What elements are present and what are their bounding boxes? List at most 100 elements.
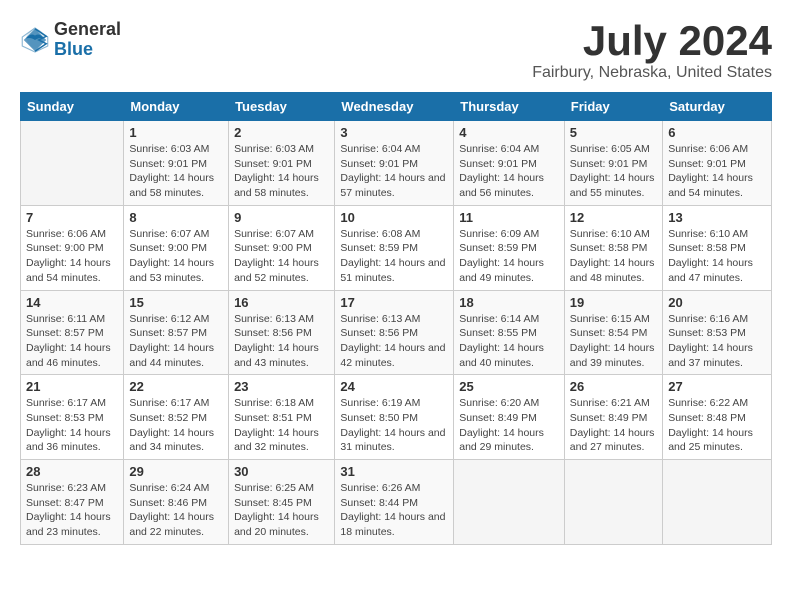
cell-date-number: 13 [668, 210, 766, 225]
cell-date-number: 2 [234, 125, 329, 140]
calendar-cell: 11 Sunrise: 6:09 AMSunset: 8:59 PMDayligh… [454, 205, 565, 290]
cell-sun-info: Sunrise: 6:21 AMSunset: 8:49 PMDaylight:… [570, 396, 657, 455]
calendar-week-row: 1 Sunrise: 6:03 AMSunset: 9:01 PMDaylight… [21, 121, 772, 206]
day-header-monday: Monday [124, 93, 229, 121]
cell-date-number: 30 [234, 464, 329, 479]
page-header: General Blue July 2024 Fairbury, Nebrask… [20, 20, 772, 82]
cell-sun-info: Sunrise: 6:08 AMSunset: 8:59 PMDaylight:… [340, 227, 448, 286]
calendar-subtitle: Fairbury, Nebraska, United States [532, 64, 772, 82]
calendar-cell [21, 121, 124, 206]
cell-sun-info: Sunrise: 6:20 AMSunset: 8:49 PMDaylight:… [459, 396, 559, 455]
calendar-cell: 5 Sunrise: 6:05 AMSunset: 9:01 PMDaylight… [564, 121, 662, 206]
cell-date-number: 11 [459, 210, 559, 225]
cell-sun-info: Sunrise: 6:19 AMSunset: 8:50 PMDaylight:… [340, 396, 448, 455]
cell-date-number: 12 [570, 210, 657, 225]
day-header-sunday: Sunday [21, 93, 124, 121]
cell-sun-info: Sunrise: 6:04 AMSunset: 9:01 PMDaylight:… [340, 142, 448, 201]
logo-general: General [54, 20, 121, 40]
calendar-cell: 7 Sunrise: 6:06 AMSunset: 9:00 PMDaylight… [21, 205, 124, 290]
cell-date-number: 6 [668, 125, 766, 140]
cell-date-number: 18 [459, 295, 559, 310]
cell-sun-info: Sunrise: 6:13 AMSunset: 8:56 PMDaylight:… [340, 312, 448, 371]
calendar-cell: 29Sunrise: 6:24 AMSunset: 8:46 PMDayligh… [124, 460, 229, 545]
cell-sun-info: Sunrise: 6:18 AMSunset: 8:51 PMDaylight:… [234, 396, 329, 455]
cell-sun-info: Sunrise: 6:10 AMSunset: 8:58 PMDaylight:… [570, 227, 657, 286]
cell-sun-info: Sunrise: 6:11 AMSunset: 8:57 PMDaylight:… [26, 312, 118, 371]
calendar-cell: 31 Sunrise: 6:26 AMSunset: 8:44 PMDayligh… [335, 460, 454, 545]
calendar-week-row: 14 Sunrise: 6:11 AMSunset: 8:57 PMDayligh… [21, 290, 772, 375]
calendar-week-row: 21 Sunrise: 6:17 AMSunset: 8:53 PMDayligh… [21, 375, 772, 460]
cell-sun-info: Sunrise: 6:17 AMSunset: 8:53 PMDaylight:… [26, 396, 118, 455]
cell-date-number: 7 [26, 210, 118, 225]
cell-sun-info: Sunrise: 6:24 AMSunset: 8:46 PMDaylight:… [129, 481, 223, 540]
calendar-header-row: SundayMondayTuesdayWednesdayThursdayFrid… [21, 93, 772, 121]
cell-sun-info: Sunrise: 6:13 AMSunset: 8:56 PMDaylight:… [234, 312, 329, 371]
calendar-cell: 30 Sunrise: 6:25 AMSunset: 8:45 PMDayligh… [229, 460, 335, 545]
calendar-week-row: 7 Sunrise: 6:06 AMSunset: 9:00 PMDaylight… [21, 205, 772, 290]
calendar-cell: 15 Sunrise: 6:12 AMSunset: 8:57 PMDayligh… [124, 290, 229, 375]
cell-sun-info: Sunrise: 6:16 AMSunset: 8:53 PMDaylight:… [668, 312, 766, 371]
cell-date-number: 10 [340, 210, 448, 225]
cell-sun-info: Sunrise: 6:04 AMSunset: 9:01 PMDaylight:… [459, 142, 559, 201]
cell-date-number: 3 [340, 125, 448, 140]
cell-sun-info: Sunrise: 6:26 AMSunset: 8:44 PMDaylight:… [340, 481, 448, 540]
cell-sun-info: Sunrise: 6:17 AMSunset: 8:52 PMDaylight:… [129, 396, 223, 455]
cell-sun-info: Sunrise: 6:07 AMSunset: 9:00 PMDaylight:… [129, 227, 223, 286]
logo: General Blue [20, 20, 121, 60]
calendar-cell: 25 Sunrise: 6:20 AMSunset: 8:49 PMDayligh… [454, 375, 565, 460]
calendar-cell: 12 Sunrise: 6:10 AMSunset: 8:58 PMDayligh… [564, 205, 662, 290]
cell-date-number: 15 [129, 295, 223, 310]
cell-date-number: 21 [26, 379, 118, 394]
cell-sun-info: Sunrise: 6:23 AMSunset: 8:47 PMDaylight:… [26, 481, 118, 540]
calendar-cell: 1 Sunrise: 6:03 AMSunset: 9:01 PMDaylight… [124, 121, 229, 206]
cell-date-number: 1 [129, 125, 223, 140]
cell-date-number: 26 [570, 379, 657, 394]
cell-date-number: 31 [340, 464, 448, 479]
cell-date-number: 23 [234, 379, 329, 394]
cell-date-number: 19 [570, 295, 657, 310]
title-block: July 2024 Fairbury, Nebraska, United Sta… [532, 20, 772, 82]
calendar-table: SundayMondayTuesdayWednesdayThursdayFrid… [20, 92, 772, 545]
logo-text: General Blue [54, 20, 121, 60]
cell-date-number: 8 [129, 210, 223, 225]
cell-date-number: 28 [26, 464, 118, 479]
cell-sun-info: Sunrise: 6:03 AMSunset: 9:01 PMDaylight:… [129, 142, 223, 201]
cell-date-number: 25 [459, 379, 559, 394]
day-header-friday: Friday [564, 93, 662, 121]
cell-sun-info: Sunrise: 6:06 AMSunset: 9:01 PMDaylight:… [668, 142, 766, 201]
cell-sun-info: Sunrise: 6:05 AMSunset: 9:01 PMDaylight:… [570, 142, 657, 201]
cell-sun-info: Sunrise: 6:09 AMSunset: 8:59 PMDaylight:… [459, 227, 559, 286]
day-header-saturday: Saturday [663, 93, 772, 121]
calendar-cell: 10 Sunrise: 6:08 AMSunset: 8:59 PMDayligh… [335, 205, 454, 290]
cell-sun-info: Sunrise: 6:15 AMSunset: 8:54 PMDaylight:… [570, 312, 657, 371]
cell-date-number: 20 [668, 295, 766, 310]
calendar-cell: 19 Sunrise: 6:15 AMSunset: 8:54 PMDayligh… [564, 290, 662, 375]
cell-sun-info: Sunrise: 6:10 AMSunset: 8:58 PMDaylight:… [668, 227, 766, 286]
calendar-cell: 17Sunrise: 6:13 AMSunset: 8:56 PMDayligh… [335, 290, 454, 375]
calendar-cell: 22 Sunrise: 6:17 AMSunset: 8:52 PMDayligh… [124, 375, 229, 460]
cell-sun-info: Sunrise: 6:25 AMSunset: 8:45 PMDaylight:… [234, 481, 329, 540]
calendar-cell: 21 Sunrise: 6:17 AMSunset: 8:53 PMDayligh… [21, 375, 124, 460]
logo-blue: Blue [54, 40, 121, 60]
calendar-week-row: 28 Sunrise: 6:23 AMSunset: 8:47 PMDayligh… [21, 460, 772, 545]
day-header-tuesday: Tuesday [229, 93, 335, 121]
cell-sun-info: Sunrise: 6:12 AMSunset: 8:57 PMDaylight:… [129, 312, 223, 371]
calendar-cell: 28 Sunrise: 6:23 AMSunset: 8:47 PMDayligh… [21, 460, 124, 545]
cell-date-number: 5 [570, 125, 657, 140]
calendar-cell: 27Sunrise: 6:22 AMSunset: 8:48 PMDayligh… [663, 375, 772, 460]
calendar-cell: 8 Sunrise: 6:07 AMSunset: 9:00 PMDaylight… [124, 205, 229, 290]
day-header-wednesday: Wednesday [335, 93, 454, 121]
calendar-cell: 6 Sunrise: 6:06 AMSunset: 9:01 PMDaylight… [663, 121, 772, 206]
cell-date-number: 14 [26, 295, 118, 310]
calendar-cell: 26 Sunrise: 6:21 AMSunset: 8:49 PMDayligh… [564, 375, 662, 460]
cell-date-number: 22 [129, 379, 223, 394]
cell-sun-info: Sunrise: 6:14 AMSunset: 8:55 PMDaylight:… [459, 312, 559, 371]
calendar-cell [663, 460, 772, 545]
calendar-cell: 16Sunrise: 6:13 AMSunset: 8:56 PMDayligh… [229, 290, 335, 375]
calendar-cell: 2Sunrise: 6:03 AMSunset: 9:01 PMDaylight… [229, 121, 335, 206]
calendar-cell [454, 460, 565, 545]
calendar-cell: 23 Sunrise: 6:18 AMSunset: 8:51 PMDayligh… [229, 375, 335, 460]
cell-date-number: 9 [234, 210, 329, 225]
cell-date-number: 27 [668, 379, 766, 394]
cell-sun-info: Sunrise: 6:06 AMSunset: 9:00 PMDaylight:… [26, 227, 118, 286]
